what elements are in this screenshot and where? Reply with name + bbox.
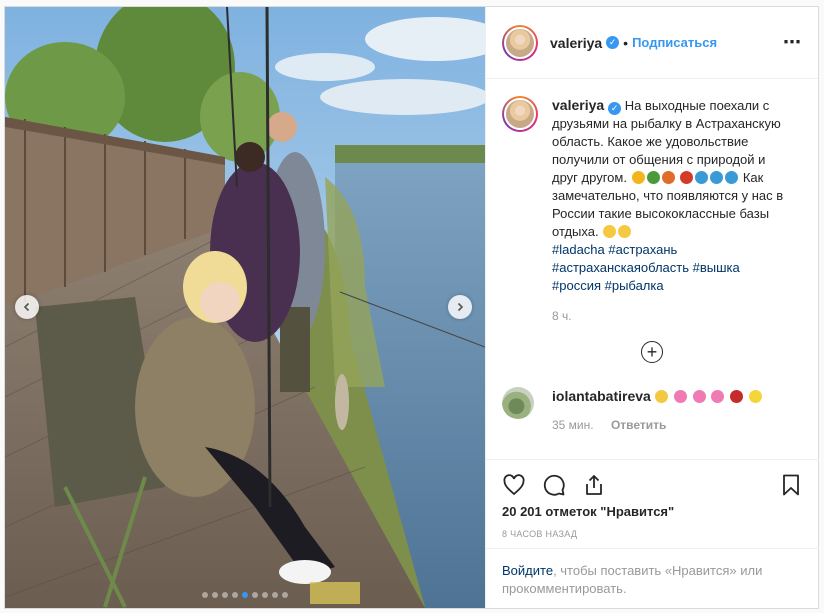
login-link[interactable]: Войдите xyxy=(502,563,553,578)
login-prompt: Войдите, чтобы поставить «Нравится» или … xyxy=(486,548,819,611)
hashtag-link[interactable]: #вышка xyxy=(693,260,740,275)
ok-hand-emoji-icon xyxy=(618,225,632,238)
carousel-dot xyxy=(252,592,258,598)
verified-badge-icon: ✓ xyxy=(606,36,620,49)
blossom-emoji-icon xyxy=(674,390,688,403)
caption-text: valeriya ✓ На выходные поехали с друзьями… xyxy=(552,96,792,295)
comments-section: valeriya ✓ На выходные поехали с друзьями… xyxy=(486,80,819,460)
carousel-dot xyxy=(222,592,228,598)
more-options-icon[interactable]: ⋯ xyxy=(783,32,802,53)
post-header: valeriya ✓ • Подписаться ⋯ xyxy=(486,7,818,79)
like-count[interactable]: 20 201 отметок "Нравится" xyxy=(502,504,674,519)
comment-item: iolantabatireva 35 мин. Ответить xyxy=(502,387,803,434)
carousel-indicator xyxy=(5,592,485,598)
heart-icon[interactable] xyxy=(502,473,526,497)
caption-time: 8 ч. xyxy=(552,309,572,323)
share-icon[interactable] xyxy=(582,473,606,497)
maple-leaf-emoji-icon xyxy=(680,171,694,184)
comment-body: iolantabatireva 35 мин. Ответить xyxy=(552,387,763,434)
bookmark-icon[interactable] xyxy=(779,473,803,497)
chevron-right-icon xyxy=(457,302,464,312)
carousel-dot xyxy=(262,592,268,598)
carousel-dot xyxy=(212,592,218,598)
reply-button[interactable]: Ответить xyxy=(611,418,666,432)
post-sidebar: valeriya ✓ • Подписаться ⋯ valeriya ✓ На … xyxy=(485,7,819,611)
hashtag-link[interactable]: #россия xyxy=(552,278,601,293)
hashtag-link[interactable]: #астраханскаяобласть xyxy=(552,260,689,275)
hashtags: #ladacha #астрахань #астраханскаяобласть… xyxy=(552,242,740,293)
carousel-dot xyxy=(272,592,278,598)
carousel-dot xyxy=(282,592,288,598)
action-bar xyxy=(486,459,819,509)
comment-meta: 35 мин. Ответить xyxy=(552,416,763,434)
instagram-post: valeriya ✓ • Подписаться ⋯ valeriya ✓ На … xyxy=(4,6,819,609)
sparkle-emoji-icon xyxy=(748,390,762,403)
carousel-dot xyxy=(242,592,248,598)
cherries-emoji-icon xyxy=(729,390,743,403)
separator: • xyxy=(623,34,629,51)
prev-slide-button[interactable] xyxy=(15,295,39,319)
author-username[interactable]: valeriya xyxy=(550,35,602,51)
hashtag-link[interactable]: #астрахань xyxy=(608,242,677,257)
fishing-scene-image xyxy=(5,7,485,608)
follow-button[interactable]: Подписаться xyxy=(632,35,717,50)
caption-username[interactable]: valeriya xyxy=(552,97,604,113)
blossom-emoji-icon xyxy=(711,390,725,403)
fish-emoji-icon xyxy=(725,171,739,184)
next-slide-button[interactable] xyxy=(448,295,472,319)
ok-hand-emoji-icon xyxy=(603,225,617,238)
fish-emoji-icon xyxy=(710,171,724,184)
author-avatar[interactable] xyxy=(502,24,538,61)
verified-badge-icon: ✓ xyxy=(608,101,622,115)
commenter-username[interactable]: iolantabatireva xyxy=(552,388,651,404)
carousel-dot xyxy=(202,592,208,598)
hashtag-link[interactable]: #ladacha xyxy=(552,242,605,257)
blossom-emoji-icon xyxy=(692,390,706,403)
grin-emoji-icon xyxy=(655,390,669,403)
post-photo[interactable] xyxy=(5,7,485,608)
commenter-avatar[interactable] xyxy=(502,387,534,419)
comment-icon[interactable] xyxy=(542,473,566,497)
sunflower-emoji-icon xyxy=(631,171,645,184)
caption: valeriya ✓ На выходные поехали с друзьями… xyxy=(502,96,803,295)
chevron-left-icon xyxy=(23,302,30,312)
caption-avatar[interactable] xyxy=(502,96,538,132)
load-more-icon[interactable]: + xyxy=(641,341,663,363)
leaf-emoji-icon xyxy=(661,171,675,184)
fish-emoji-icon xyxy=(695,171,709,184)
tree-emoji-icon xyxy=(646,171,660,184)
carousel-dot xyxy=(232,592,238,598)
hashtag-link[interactable]: #рыбалка xyxy=(605,278,664,293)
post-timestamp: 8 ЧАСОВ НАЗАД xyxy=(502,529,578,539)
comment-time: 35 мин. xyxy=(552,418,594,432)
